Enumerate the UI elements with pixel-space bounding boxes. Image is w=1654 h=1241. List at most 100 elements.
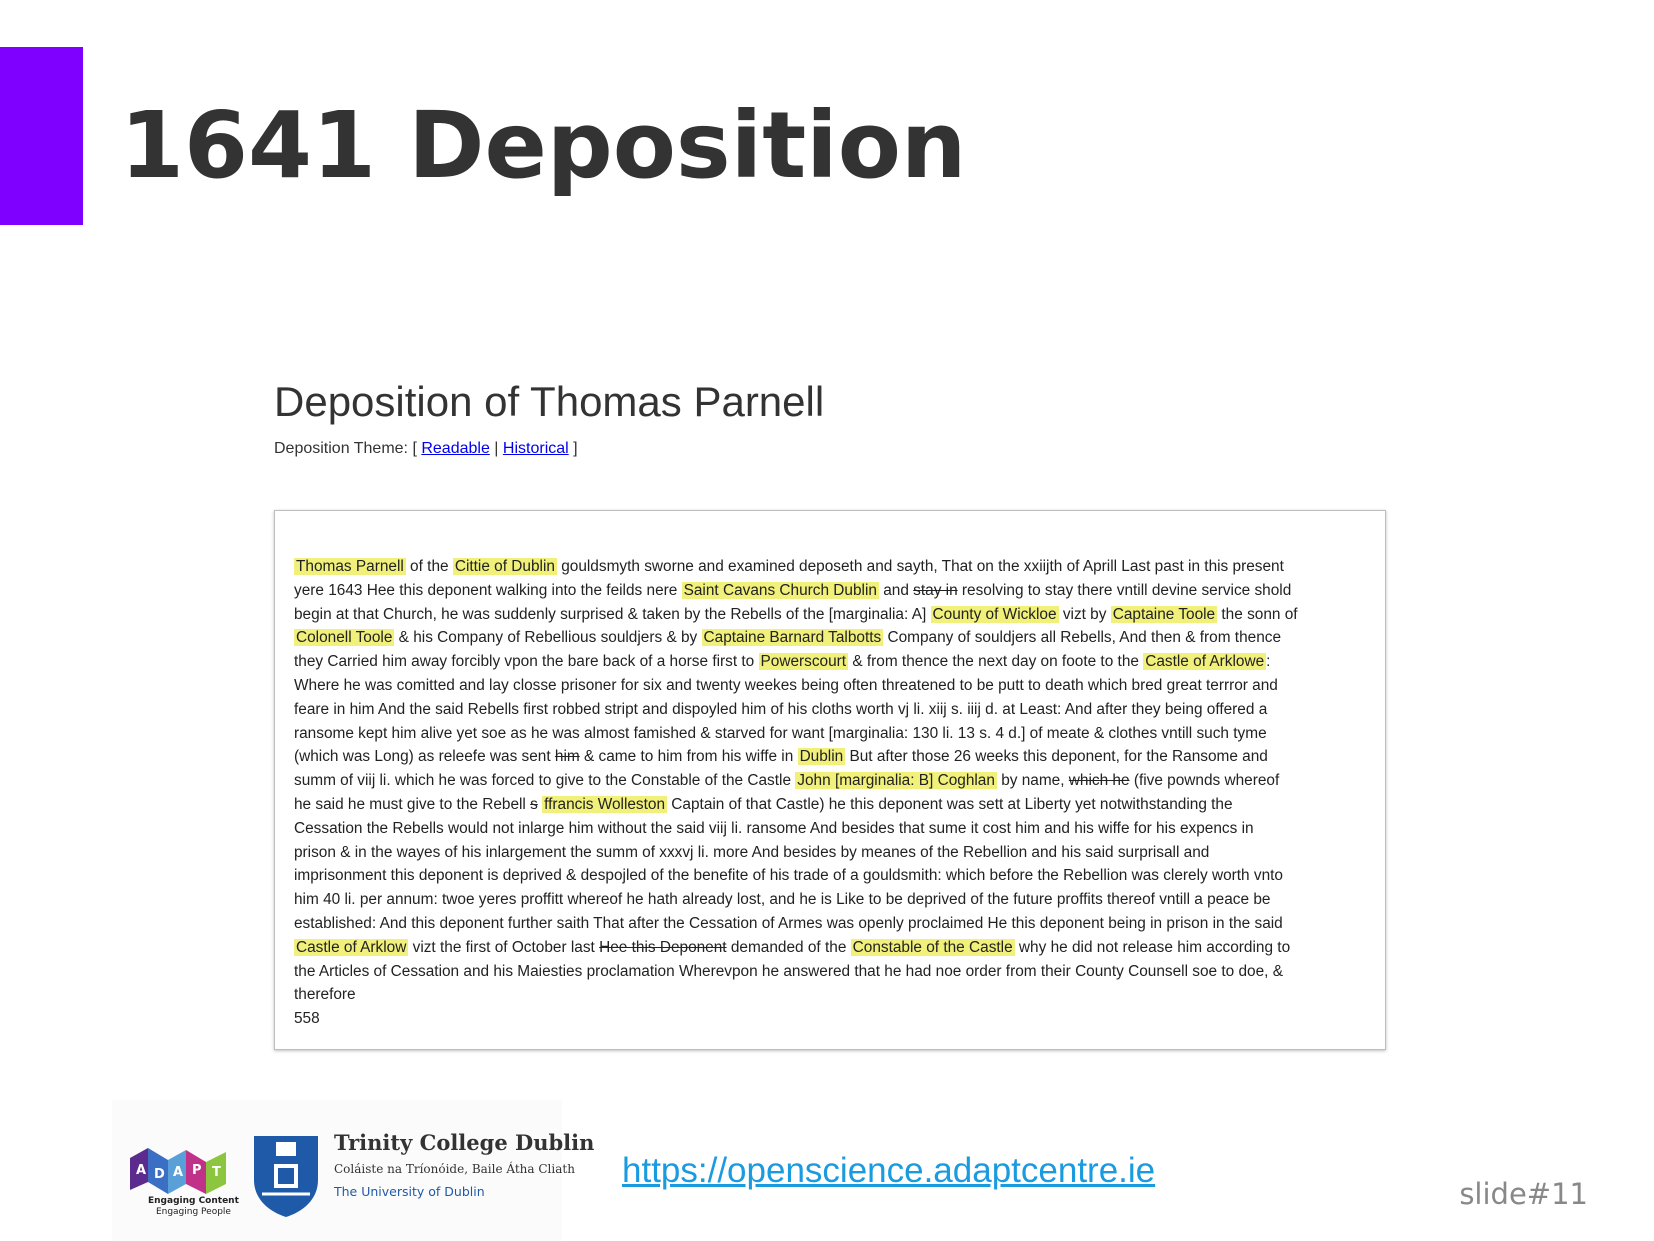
text-segment: vizt the first of October last — [408, 938, 600, 956]
text-segment: they Carried him away forcibly vpon the … — [294, 653, 759, 671]
logo-strip: A D A P T Engaging Content Engaging Peop… — [112, 1100, 594, 1241]
highlighted-entity: Dublin — [797, 748, 846, 766]
tcd-irish-name: Coláiste na Tríonóide, Baile Átha Cliath — [334, 1162, 575, 1176]
adapt-letter: T — [212, 1165, 221, 1180]
highlighted-entity: Powerscourt — [758, 653, 849, 671]
text-segment: of the — [405, 558, 453, 575]
deposition-line: the Articles of Cessation and his Maiest… — [294, 960, 1367, 984]
deposition-line: prison & in the wayes of his inlargement… — [294, 841, 1367, 865]
deposition-line: begin at that Church, he was suddenly su… — [294, 603, 1367, 627]
tcd-crest-icon — [254, 1136, 318, 1217]
text-segment: and — [878, 581, 914, 599]
text-segment: (five pownds whereof — [1129, 772, 1280, 790]
highlighted-entity: John [marginalia: B] Coghlan — [795, 772, 997, 790]
highlighted-entity: Colonell Toole — [294, 629, 395, 647]
text-segment: & from thence the next day on foote to t… — [848, 653, 1144, 671]
theme-historical-link[interactable]: Historical — [503, 440, 569, 457]
highlighted-entity: County of Wickloe — [930, 605, 1059, 623]
theme-readable-link[interactable]: Readable — [421, 440, 490, 457]
open-science-link[interactable]: https://openscience.adaptcentre.ie — [622, 1151, 1155, 1191]
text-segment: established: And this deponent further s… — [294, 914, 1283, 932]
highlighted-entity: Cittie of Dublin — [452, 558, 557, 575]
deposition-line: him 40 li. per annum: twoe yeres proffit… — [294, 888, 1367, 912]
adapt-tagline: Engaging Content Engaging People — [148, 1196, 239, 1218]
adapt-tagline-2: Engaging People — [155, 1207, 231, 1217]
deposition-line: they Carried him away forcibly vpon the … — [294, 650, 1367, 674]
text-segment: Company of souldjers all Rebells, And th… — [883, 629, 1282, 647]
text-segment: vizt by — [1058, 605, 1111, 623]
highlighted-entity: Saint Cavans Church Dublin — [681, 581, 879, 599]
text-segment: why he did not release him according to — [1014, 938, 1291, 956]
deposition-text-box: Thomas Parnell of the Cittie of Dublin g… — [274, 510, 1386, 1050]
struck-text: s — [530, 795, 538, 813]
text-segment: him 40 li. per annum: twoe yeres proffit… — [294, 891, 1271, 909]
text-segment: by name, — [996, 772, 1069, 790]
deposition-line: Cessation the Rebells would not inlarge … — [294, 817, 1367, 841]
tcd-subtitle: The University of Dublin — [334, 1184, 485, 1199]
text-segment: summ of viij li. which he was forced to … — [294, 772, 796, 790]
text-segment: (which was Long) as releefe was sent — [294, 748, 555, 766]
text-segment: therefore — [294, 986, 356, 1004]
deposition-line: he said he must give to the Rebell s ffr… — [294, 793, 1367, 817]
text-segment: resolving to stay there vntill devine se… — [957, 581, 1292, 599]
struck-text: him — [554, 748, 580, 766]
deposition-line: Castle of Arklow vizt the first of Octob… — [294, 936, 1367, 960]
slide-number: slide#11 — [1459, 1177, 1588, 1211]
text-segment: : — [1266, 653, 1271, 671]
text-segment: demanded of the — [726, 938, 851, 956]
deposition-line: established: And this deponent further s… — [294, 912, 1367, 936]
deposition-line: 558 — [294, 1007, 1367, 1031]
adapt-tagline-1: Engaging Content — [148, 1196, 239, 1206]
deposition-title: Deposition of Thomas Parnell — [274, 378, 825, 425]
struck-text: stay in — [913, 581, 958, 599]
deposition-line: Where he was comitted and lay closse pri… — [294, 674, 1367, 698]
theme-close: ] — [573, 440, 578, 457]
deposition-line: Thomas Parnell of the Cittie of Dublin g… — [294, 555, 1367, 579]
text-segment: Where he was comitted and lay closse pri… — [294, 676, 1278, 694]
text-segment: gouldsmyth sworne and examined deposeth … — [556, 558, 1284, 575]
deposition-header: Deposition of Thomas Parnell Deposition … — [274, 378, 1394, 458]
highlighted-entity: Captaine Barnard Talbotts — [701, 629, 884, 647]
highlighted-entity: Castle of Arklow — [294, 938, 409, 956]
adapt-letter: A — [173, 1165, 183, 1180]
text-segment: the sonn of — [1217, 605, 1298, 623]
deposition-line: feare in him And the said Rebells first … — [294, 698, 1367, 722]
tcd-name: Trinity College Dublin — [334, 1130, 595, 1155]
deposition-text: Thomas Parnell of the Cittie of Dublin g… — [294, 555, 1367, 1031]
theme-label: Deposition Theme: [ — [274, 440, 417, 457]
text-segment: the Articles of Cessation and his Maiest… — [294, 962, 1283, 980]
struck-text: which he — [1068, 772, 1130, 790]
struck-text: Hee this Deponent — [599, 938, 727, 956]
deposition-line: (which was Long) as releefe was sent him… — [294, 745, 1367, 769]
text-segment: prison & in the wayes of his inlargement… — [294, 843, 1210, 861]
text-segment: he said he must give to the Rebell — [294, 795, 531, 813]
adapt-letter: P — [192, 1163, 202, 1178]
text-segment: 558 — [294, 1010, 320, 1028]
text-segment: imprisonment this deponent is deprived &… — [294, 867, 1283, 885]
deposition-line: ransome kept him alive yet soe as he was… — [294, 722, 1367, 746]
highlighted-entity: Constable of the Castle — [850, 938, 1015, 956]
highlighted-entity: ffrancis Wolleston — [542, 795, 668, 813]
highlighted-entity: Captaine Toole — [1110, 605, 1218, 623]
text-segment: Captain of that Castle) he this deponent… — [667, 795, 1233, 813]
accent-bar — [0, 47, 83, 225]
adapt-letter: A — [136, 1163, 146, 1178]
deposition-line: Colonell Toole & his Company of Rebellio… — [294, 626, 1367, 650]
theme-selector: Deposition Theme: [ Readable | Historica… — [274, 440, 1394, 458]
text-segment: & his Company of Rebellious souldjers & … — [394, 629, 702, 647]
deposition-line: yere 1643 Hee this deponent walking into… — [294, 579, 1367, 603]
highlighted-entity: Castle of Arklowe — [1143, 653, 1267, 671]
text-segment: Cessation the Rebells would not inlarge … — [294, 819, 1254, 837]
text-segment: ransome kept him alive yet soe as he was… — [294, 724, 1267, 742]
text-segment: yere 1643 Hee this deponent walking into… — [294, 581, 682, 599]
deposition-line: imprisonment this deponent is deprived &… — [294, 864, 1367, 888]
text-segment: feare in him And the said Rebells first … — [294, 700, 1268, 718]
text-segment: But after those 26 weeks this deponent, … — [845, 748, 1268, 766]
deposition-line: therefore — [294, 983, 1367, 1007]
adapt-letter: D — [154, 1167, 165, 1182]
text-segment: & came to him from his wiffe in — [579, 748, 798, 766]
highlighted-entity: Thomas Parnell — [294, 558, 406, 575]
theme-separator: | — [494, 440, 499, 457]
slide-title: 1641 Deposition — [120, 92, 967, 199]
deposition-line: summ of viij li. which he was forced to … — [294, 769, 1367, 793]
